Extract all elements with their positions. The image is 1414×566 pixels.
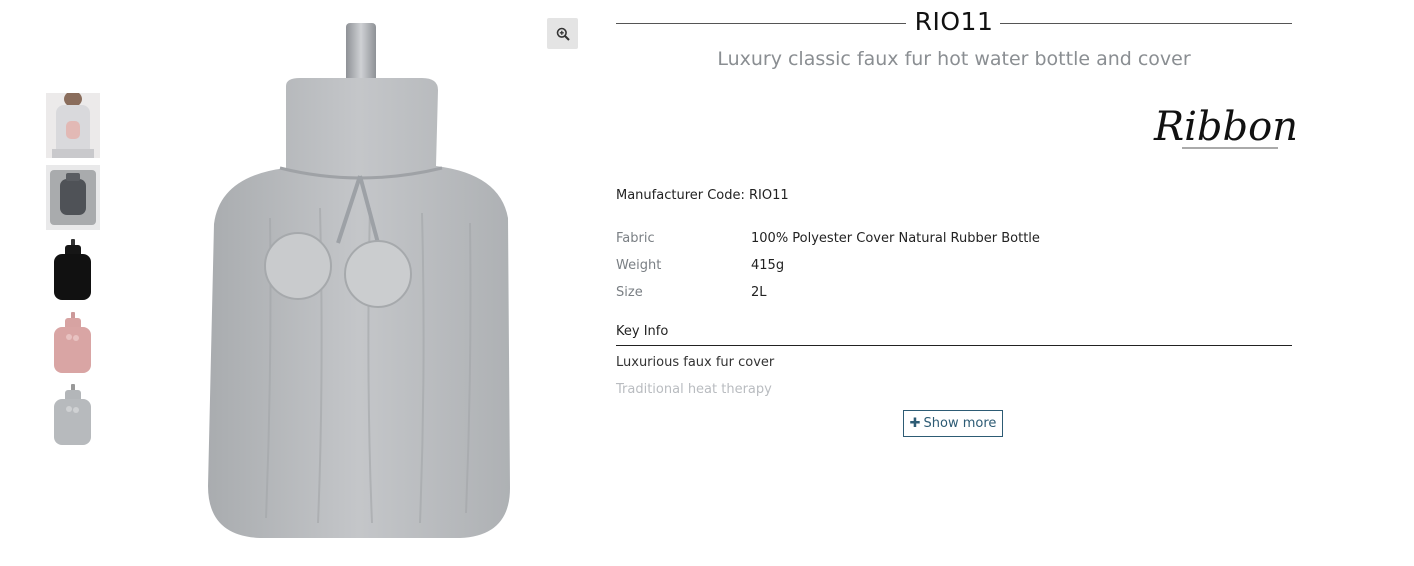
spec-value: 415g: [751, 258, 785, 273]
thumbnail-3[interactable]: [46, 238, 100, 303]
main-product-image[interactable]: [190, 18, 530, 548]
key-info-item: Traditional heat therapy: [616, 382, 772, 397]
hot-water-bottle-illustration: [208, 23, 510, 538]
plus-icon: ✚: [909, 416, 921, 431]
key-info-heading: Key Info: [616, 324, 669, 339]
thumbnail-2[interactable]: [46, 165, 100, 230]
zoom-button[interactable]: [547, 18, 578, 49]
thumbnail-4[interactable]: [46, 311, 100, 376]
thumbnail-image: [46, 238, 100, 303]
spec-label: Weight: [616, 258, 662, 273]
thumbnail-image: [46, 165, 100, 230]
product-title: RIO11: [914, 7, 994, 36]
thumbnail-image: [46, 383, 100, 448]
thumbnail-image: [46, 93, 100, 158]
product-title-block: RIO11: [616, 4, 1292, 42]
spec-label: Fabric: [616, 231, 655, 246]
title-divider-right: [1000, 23, 1292, 24]
manufacturer-code: Manufacturer Code: RIO11: [616, 188, 789, 203]
show-more-button[interactable]: ✚ Show more: [903, 410, 1003, 437]
svg-text:Ribbon: Ribbon: [1153, 104, 1295, 150]
zoom-in-icon: [556, 27, 570, 41]
spec-label: Size: [616, 285, 643, 300]
brand-logo[interactable]: Ribbon: [1150, 96, 1295, 154]
key-info-divider: [616, 345, 1292, 346]
thumbnail-1[interactable]: [46, 93, 100, 158]
thumbnail-image: [46, 311, 100, 376]
spec-value: 2L: [751, 285, 767, 300]
spec-value: 100% Polyester Cover Natural Rubber Bott…: [751, 231, 1040, 246]
show-more-label: Show more: [923, 416, 997, 431]
thumbnail-5[interactable]: [46, 383, 100, 448]
product-subtitle: Luxury classic faux fur hot water bottle…: [717, 48, 1191, 70]
ribbon-logo-icon: Ribbon: [1153, 104, 1295, 150]
key-info-item: Luxurious faux fur cover: [616, 355, 775, 370]
